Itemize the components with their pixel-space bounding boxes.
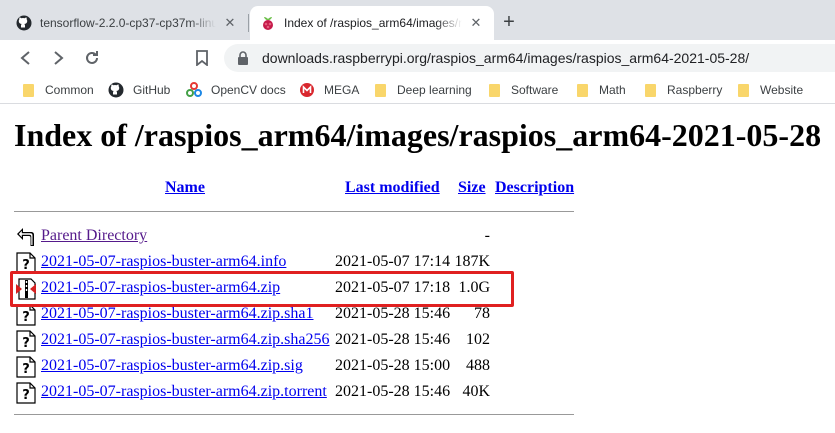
file-size: 102: [466, 331, 490, 348]
svg-text:?: ?: [22, 388, 30, 403]
file-date: 2021-05-28 15:46: [335, 331, 451, 348]
github-icon: [16, 15, 32, 31]
reload-icon: [86, 51, 98, 64]
bookmark-website[interactable]: Website: [735, 80, 803, 100]
column-header-name[interactable]: Name: [165, 179, 205, 197]
bookmark-common[interactable]: Common: [20, 80, 94, 100]
folder-icon: [574, 82, 590, 98]
bookmark-label: Website: [760, 83, 804, 97]
browser-toolbar: downloads.raspberrypi.org/raspios_arm64/…: [0, 40, 835, 76]
bookmark-math[interactable]: Math: [574, 80, 626, 100]
folder-icon: [486, 82, 502, 98]
column-header-description[interactable]: Description: [495, 179, 574, 197]
folder-icon: [372, 82, 388, 98]
mega-icon: [299, 82, 315, 98]
file-size: 40K: [462, 383, 490, 400]
tab-strip: tensorflow-2.2.0-cp37-cp37m-linux_aarch6…: [0, 0, 835, 40]
tab-title: Index of /raspios_arm64/images/raspios_a…: [284, 16, 462, 30]
github-icon: [108, 82, 124, 98]
bookmark-page-button[interactable]: [192, 48, 212, 68]
bookmark-label: Deep learning: [397, 83, 472, 97]
table-row: ? 2021-05-07-raspios-buster-arm64.zip.sh…: [0, 329, 835, 353]
tab-index-raspios[interactable]: Index of /raspios_arm64/images/raspios_a…: [250, 6, 494, 40]
bookmark-icon: [196, 50, 208, 66]
file-date: 2021-05-28 15:46: [335, 305, 451, 322]
file-size: -: [484, 227, 490, 244]
address-bar[interactable]: downloads.raspberrypi.org/raspios_arm64/…: [224, 44, 835, 72]
bookmark-github[interactable]: GitHub: [108, 80, 170, 100]
bookmark-label: Common: [45, 83, 94, 97]
file-link[interactable]: 2021-05-07-raspios-buster-arm64.info: [41, 253, 286, 271]
close-icon[interactable]: ✕: [468, 15, 484, 31]
bookmark-label: GitHub: [133, 83, 171, 97]
back-arrow-icon: [16, 226, 36, 248]
column-header-size[interactable]: Size: [458, 179, 486, 197]
folder-icon: [735, 82, 751, 98]
file-date: 2021-05-28 15:46: [335, 383, 451, 400]
footer-divider: [14, 414, 574, 415]
file-size: 78: [474, 305, 490, 322]
parent-directory-link[interactable]: Parent Directory: [41, 227, 147, 245]
back-arrow-icon: [20, 51, 30, 65]
highlight-box: [10, 271, 514, 307]
folder-icon: [20, 82, 36, 98]
svg-text:?: ?: [22, 310, 30, 325]
bookmark-deep-learning[interactable]: Deep learning: [372, 80, 472, 100]
unknown-file-icon: ?: [16, 382, 36, 404]
new-tab-button[interactable]: +: [498, 12, 520, 34]
file-date: 2021-05-07 17:14: [335, 253, 451, 270]
tab-title: tensorflow-2.2.0-cp37-cp37m-linux_aarch6…: [40, 16, 216, 30]
opencv-icon: [186, 82, 202, 98]
svg-text:?: ?: [22, 362, 30, 377]
forward-button[interactable]: [48, 48, 68, 68]
file-size: 187K: [454, 253, 490, 270]
url-text: downloads.raspberrypi.org/raspios_arm64/…: [262, 50, 750, 66]
bookmark-label: MEGA: [324, 83, 360, 97]
bookmark-software[interactable]: Software: [486, 80, 558, 100]
unknown-file-icon: ?: [16, 356, 36, 378]
page-title: Index of /raspios_arm64/images/raspios_a…: [14, 117, 822, 153]
svg-text:?: ?: [22, 336, 30, 351]
table-row: ? 2021-05-07-raspios-buster-arm64.zip.si…: [0, 355, 835, 379]
file-link[interactable]: 2021-05-07-raspios-buster-arm64.zip.sha1: [41, 305, 314, 323]
tab-tensorflow[interactable]: tensorflow-2.2.0-cp37-cp37m-linux_aarch6…: [6, 6, 248, 40]
bookmark-label: Raspberry: [667, 83, 723, 97]
bookmarks-bar: Common GitHub OpenCV docs MEGA Deep lear…: [0, 76, 835, 104]
bookmark-mega[interactable]: MEGA: [299, 80, 359, 100]
forward-arrow-icon: [54, 51, 64, 65]
file-link[interactable]: 2021-05-07-raspios-buster-arm64.zip.sig: [41, 357, 303, 375]
table-row: ? 2021-05-07-raspios-buster-arm64.zip.to…: [0, 381, 835, 405]
column-header-last-modified[interactable]: Last modified: [345, 179, 440, 197]
reload-button[interactable]: [82, 48, 102, 68]
bookmark-label: Software: [511, 83, 559, 97]
header-divider: [14, 211, 574, 212]
tab-separator: [248, 14, 249, 32]
bookmark-label: OpenCV docs: [211, 83, 286, 97]
bookmark-opencv-docs[interactable]: OpenCV docs: [186, 80, 286, 100]
file-size: 488: [466, 357, 490, 374]
unknown-file-icon: ?: [16, 304, 36, 326]
page-content: Index of /raspios_arm64/images/raspios_a…: [0, 105, 835, 433]
back-button[interactable]: [16, 48, 36, 68]
file-date: 2021-05-28 15:00: [335, 357, 451, 374]
bookmark-label: Math: [599, 83, 626, 97]
file-link[interactable]: 2021-05-07-raspios-buster-arm64.zip.sha2…: [41, 331, 330, 349]
folder-icon: [642, 82, 658, 98]
file-link[interactable]: 2021-05-07-raspios-buster-arm64.zip.torr…: [41, 383, 327, 401]
unknown-file-icon: ?: [16, 330, 36, 352]
table-row: Parent Directory -: [0, 225, 835, 249]
bookmark-raspberry[interactable]: Raspberry: [642, 80, 722, 100]
raspberry-icon: [260, 15, 276, 31]
lock-icon[interactable]: [236, 51, 250, 65]
close-icon[interactable]: ✕: [222, 15, 238, 31]
